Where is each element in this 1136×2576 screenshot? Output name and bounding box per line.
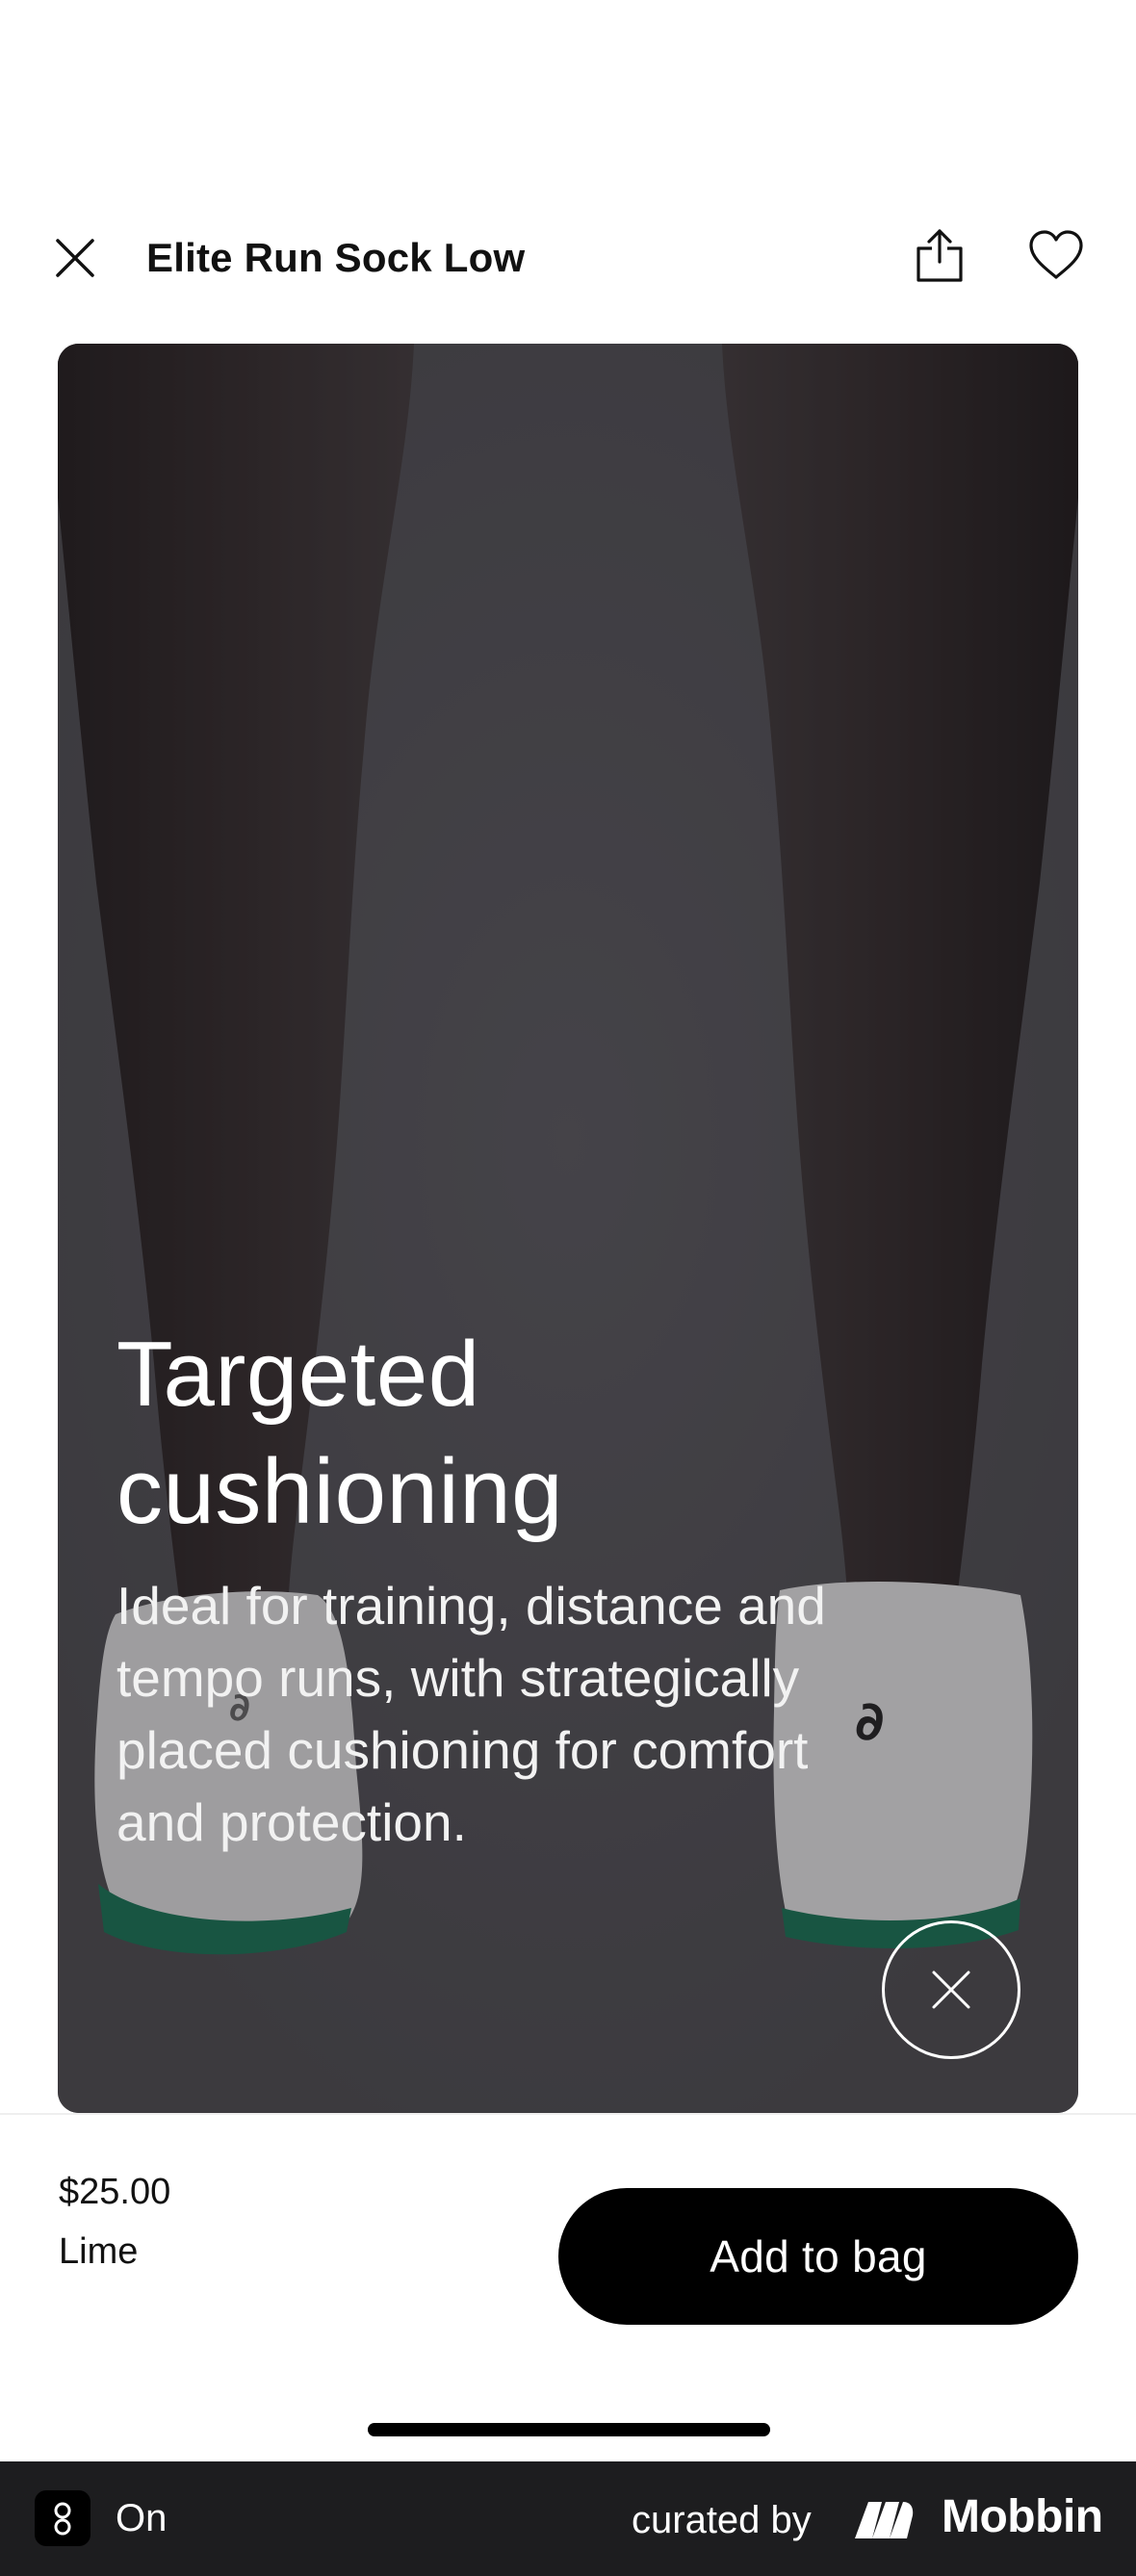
close-icon <box>932 1971 970 2009</box>
feature-description: Ideal for training, distance and tempo r… <box>116 1576 826 1852</box>
close-icon <box>56 239 94 277</box>
mobbin-brand: Mobbin <box>942 2491 1103 2542</box>
product-color: Lime <box>59 2231 139 2272</box>
attribution-footer: On curated by Mobbin <box>0 2461 1136 2576</box>
add-to-bag-button[interactable]: Add to bag <box>558 2188 1078 2325</box>
home-indicator <box>368 2423 770 2436</box>
on-app-icon <box>35 2490 90 2546</box>
share-button[interactable] <box>911 223 968 287</box>
curated-by-label: curated by <box>632 2499 812 2541</box>
share-icon <box>917 229 963 282</box>
product-price: $25.00 <box>59 2172 171 2212</box>
mobbin-logo-icon <box>855 2502 914 2538</box>
app-name: On <box>116 2497 168 2539</box>
close-button[interactable] <box>48 231 102 285</box>
product-feature-screen: Elite Run Sock Low ∂ ∂ Targeted cushioni… <box>0 0 1136 2576</box>
header: Elite Run Sock Low <box>0 212 1136 302</box>
divider <box>0 2113 1136 2115</box>
feature-card: ∂ ∂ Targeted cushioning Ideal for traini… <box>58 344 1078 2113</box>
close-feature-button[interactable] <box>882 1920 1020 2059</box>
heart-icon <box>1029 230 1083 279</box>
page-title: Elite Run Sock Low <box>146 235 526 280</box>
feature-text: Targeted cushioning Ideal for training, … <box>116 1316 906 1859</box>
favorite-button[interactable] <box>1024 223 1088 287</box>
feature-title: Targeted cushioning <box>116 1323 563 1543</box>
